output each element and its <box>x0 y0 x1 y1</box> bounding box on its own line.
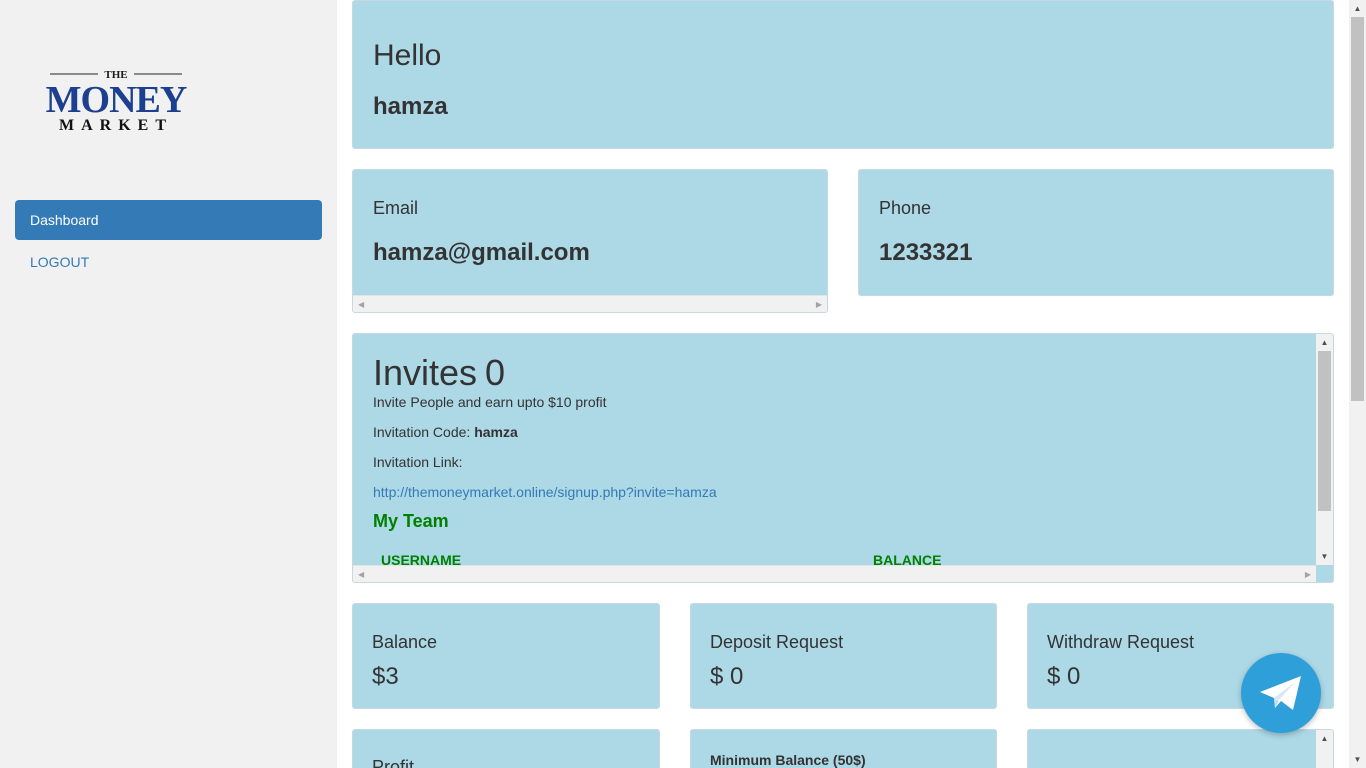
invites-title-text: Invites <box>373 352 478 393</box>
deposit-request-value: $ 0 <box>710 663 744 690</box>
scroll-down-icon[interactable]: ▼ <box>1316 548 1333 565</box>
my-team-title: My Team <box>373 511 449 531</box>
scroll-up-icon[interactable]: ▲ <box>1349 0 1366 17</box>
sidebar-item-label: Dashboard <box>30 212 99 228</box>
extra-card-vertical-scrollbar[interactable]: ▲ <box>1316 730 1333 768</box>
svg-text:MONEY: MONEY <box>46 79 187 121</box>
scroll-up-icon[interactable]: ▲ <box>1316 730 1333 747</box>
scroll-down-icon[interactable]: ▼ <box>1349 751 1366 768</box>
sidebar-item-dashboard[interactable]: Dashboard <box>15 200 322 240</box>
profit-card: Profit <box>352 729 660 768</box>
email-value: hamza@gmail.com <box>373 239 590 266</box>
balance-label: Balance <box>372 632 438 652</box>
balance-value: $3 <box>372 663 399 690</box>
invites-card: Invites 0 Invite People and earn upto $10… <box>352 333 1334 583</box>
profit-label: Profit <box>372 757 415 768</box>
invitation-code-value: hamza <box>474 424 518 440</box>
phone-card: Phone 1233321 <box>858 169 1334 296</box>
invites-title: Invites 0 <box>373 352 505 394</box>
minimum-balance-card: Minimum Balance (50$) <box>690 729 997 768</box>
email-horizontal-scrollbar[interactable]: ◀ ▶ <box>353 295 827 312</box>
invitation-link-label: Invitation Link: <box>373 454 463 470</box>
user-name: hamza <box>373 93 448 120</box>
invites-subtitle: Invite People and earn upto $10 profit <box>373 394 607 410</box>
greeting-title: Hello <box>373 39 442 72</box>
greeting-card: Hello hamza <box>352 0 1334 149</box>
withdraw-request-label: Withdraw Request <box>1047 632 1195 652</box>
scroll-up-icon[interactable]: ▲ <box>1316 334 1333 351</box>
minimum-balance-label: Minimum Balance (50$) <box>710 752 866 768</box>
invitation-link[interactable]: http://themoneymarket.online/signup.php?… <box>373 484 717 500</box>
sidebar-item-logout[interactable]: LOGOUT <box>15 242 322 282</box>
deposit-request-card: Deposit Request $ 0 <box>690 603 997 709</box>
withdraw-request-value: $ 0 <box>1047 663 1081 690</box>
extra-card: ▲ <box>1027 729 1334 768</box>
phone-label: Phone <box>879 198 932 218</box>
phone-value: 1233321 <box>879 239 973 266</box>
sidebar: THE MONEY MARKET Dashboard LOGOUT <box>0 0 337 768</box>
scroll-right-icon[interactable]: ▶ <box>816 296 822 312</box>
telegram-icon <box>1260 676 1301 710</box>
scroll-right-icon[interactable]: ▶ <box>1305 566 1311 582</box>
invites-vertical-scrollbar[interactable]: ▲ ▼ <box>1316 334 1333 565</box>
email-card: Email hamza@gmail.com ◀ ▶ <box>352 169 828 313</box>
invites-count: 0 <box>485 352 506 393</box>
email-label: Email <box>373 198 419 218</box>
scroll-left-icon[interactable]: ◀ <box>358 296 364 312</box>
money-market-logo[interactable]: THE MONEY MARKET <box>40 66 192 136</box>
invites-horizontal-scrollbar[interactable]: ◀ ▶ <box>353 565 1316 582</box>
scroll-thumb[interactable] <box>1318 351 1331 511</box>
svg-text:MARKET: MARKET <box>59 117 173 134</box>
invitation-code-label: Invitation Code: <box>373 424 471 440</box>
deposit-request-label: Deposit Request <box>710 632 844 652</box>
invitation-code: Invitation Code: hamza <box>373 424 518 440</box>
balance-card: Balance $3 <box>352 603 660 709</box>
page-scroll-thumb[interactable] <box>1351 17 1364 401</box>
telegram-button[interactable] <box>1241 653 1321 733</box>
sidebar-item-label: LOGOUT <box>30 254 90 270</box>
scroll-left-icon[interactable]: ◀ <box>358 566 364 582</box>
page-vertical-scrollbar[interactable]: ▲ ▼ <box>1349 0 1366 768</box>
